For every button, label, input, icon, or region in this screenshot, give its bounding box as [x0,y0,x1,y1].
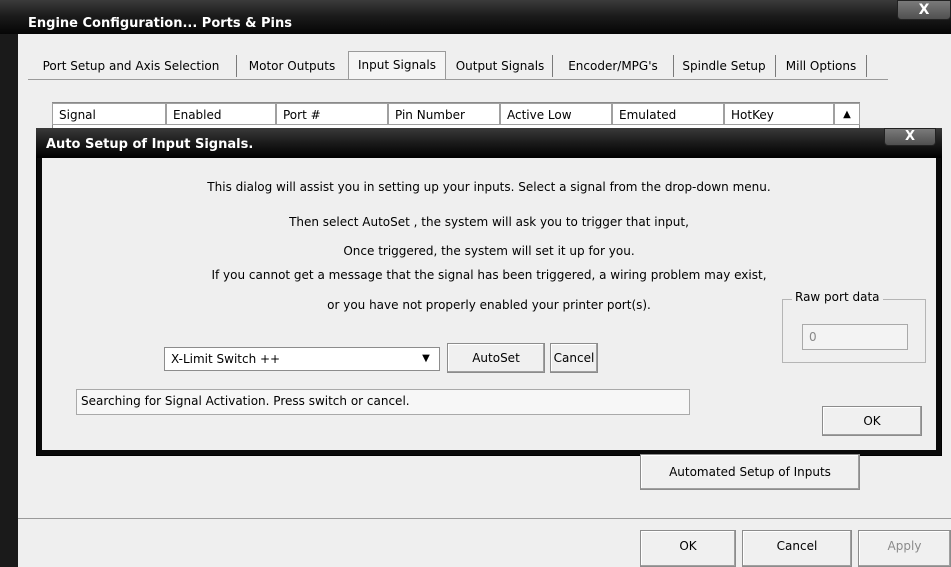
signal-select[interactable]: X-Limit Switch ++ [164,347,440,371]
instruction-line-4: If you cannot get a message that the sig… [211,268,767,282]
automated-setup-button[interactable]: Automated Setup of Inputs [640,454,860,490]
tab-motor-outputs[interactable]: Motor Outputs [240,53,344,79]
dialog-title-bar: Auto Setup of Input Signals. [36,128,942,158]
tab-spindle-setup[interactable]: Spindle Setup [676,53,772,79]
cancel-button[interactable]: Cancel [742,530,852,567]
tab-input-signals[interactable]: Input Signals [348,51,446,80]
dialog-title: Auto Setup of Input Signals. [46,137,254,152]
tab-encoder-mpg[interactable]: Encoder/MPG's [556,53,670,79]
window-title: Engine Configuration... Ports & Pins [28,16,292,31]
ok-button[interactable]: OK [640,530,736,567]
column-header-signal[interactable]: Signal [52,103,166,125]
column-header-port[interactable]: Port # [276,103,388,125]
status-field: Searching for Signal Activation. Press s… [76,389,690,415]
instruction-line-3: Once triggered, the system will set it u… [343,244,635,258]
apply-button[interactable]: Apply [858,530,951,567]
column-header-enabled[interactable]: Enabled [166,103,276,125]
tab-mill-options[interactable]: Mill Options [778,53,864,79]
autoset-button[interactable]: AutoSet [447,343,545,373]
window-close-button[interactable]: X [897,0,951,20]
chevron-down-icon[interactable]: ▼ [414,349,438,369]
tab-output-signals[interactable]: Output Signals [450,53,550,79]
column-header-active-low[interactable]: Active Low [500,103,612,125]
column-header-hotkey[interactable]: HotKey [724,103,834,125]
scroll-up-arrow-icon[interactable]: ▲ [834,103,860,125]
dialog-ok-button[interactable]: OK [822,406,922,436]
window-title-bar: Engine Configuration... Ports & Pins [0,0,951,34]
tab-port-setup[interactable]: Port Setup and Axis Selection [28,53,234,79]
instruction-line-1: This dialog will assist you in setting u… [207,180,771,194]
divider [18,518,951,519]
column-header-emulated[interactable]: Emulated [612,103,724,125]
column-header-pin-number[interactable]: Pin Number [388,103,500,125]
tab-separator [775,55,776,77]
dialog-close-button[interactable]: X [884,128,936,146]
dialog-cancel-button[interactable]: Cancel [550,343,598,373]
raw-port-field: 0 [802,324,908,350]
tab-separator [552,55,553,77]
tab-underline [28,79,888,80]
tab-separator [236,55,237,77]
tab-separator [866,55,867,77]
tab-separator [673,55,674,77]
raw-port-label: Raw port data [792,290,883,304]
instruction-line-2: Then select AutoSet , the system will as… [289,215,689,229]
